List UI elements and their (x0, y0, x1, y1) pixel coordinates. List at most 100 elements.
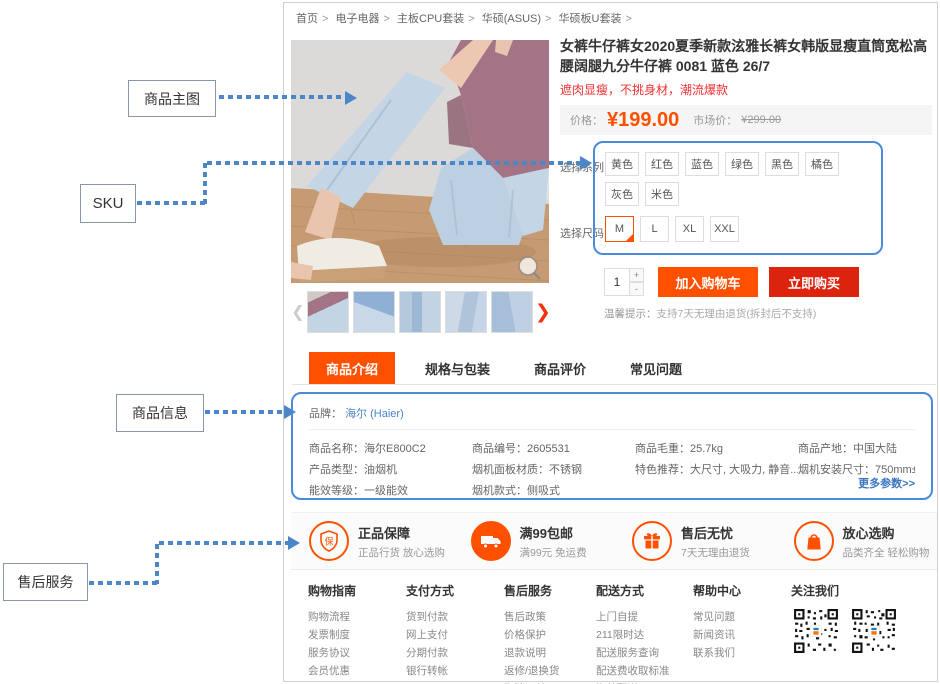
footer-link[interactable]: 联系我们 (693, 644, 791, 662)
footer-link[interactable]: 服务协议 (308, 644, 406, 662)
breadcrumb-item: 华硕(ASUS)> (482, 13, 556, 25)
quantity-value[interactable]: 1 (604, 268, 630, 296)
service-item: 满99包邮 满99元 免运费 (453, 513, 615, 569)
prev-thumbnails-chevron-icon[interactable]: ❮ (291, 302, 305, 322)
footer-link[interactable]: 分期付款 (406, 644, 504, 662)
breadcrumb-separator: > (322, 13, 328, 25)
footer-link[interactable]: 常见问题 (693, 608, 791, 626)
series-option[interactable]: 黑色 (765, 152, 799, 176)
footer: 购物指南 购物流程发票制度服务协议会员优惠 支付方式 货到付款网上支付分期付款银… (291, 582, 937, 680)
footer-link[interactable]: 售后政策 (504, 608, 596, 626)
arrowhead-icon (284, 405, 296, 419)
breadcrumb-link[interactable]: 华硕(ASUS) (482, 13, 541, 25)
product-info-field: 特色推荐：大尺寸, 大吸力, 静音... (635, 460, 798, 481)
shield-icon: 保 (309, 521, 349, 561)
price-bar: 价格： ¥199.00 市场价： ¥299.00 (560, 105, 932, 135)
quantity-decrease-button[interactable]: - (630, 282, 644, 296)
add-to-cart-button[interactable]: 加入购物车 (658, 267, 758, 297)
quantity-increase-button[interactable]: + (630, 268, 644, 282)
next-thumbnails-chevron-icon[interactable]: ❯ (535, 301, 549, 324)
brand-link[interactable]: 海尔 (Haier) (345, 408, 404, 420)
footer-link[interactable]: 返修/退换货 (504, 662, 596, 680)
arrowhead-icon (288, 536, 300, 550)
arrow-line (159, 541, 289, 545)
footer-links: 常见问题新闻资讯联系我们 (693, 608, 791, 662)
thumbnail-image[interactable] (399, 291, 441, 333)
footer-link[interactable]: 配送费收取标准 (596, 662, 693, 680)
footer-link[interactable]: 上门自提 (596, 608, 693, 626)
footer-column: 帮助中心 常见问题新闻资讯联系我们 (693, 582, 791, 684)
callout-sku: SKU (80, 184, 136, 223)
product-title: 女裤牛仔裤女2020夏季新款泫雅长裤女韩版显瘦直筒宽松高腰阔腿九分牛仔裤 008… (560, 36, 932, 76)
buy-now-button[interactable]: 立即购买 (769, 267, 859, 297)
field-label: 特色推荐： (635, 464, 690, 476)
service-desc: 7天无理由退货 (681, 545, 750, 560)
thumbnail-image[interactable] (353, 291, 395, 333)
field-value: 海尔E800C2 (364, 443, 426, 455)
thumbnail-image[interactable] (491, 291, 533, 333)
breadcrumb-link[interactable]: 电子电器 (336, 13, 380, 25)
series-option[interactable]: 黄色 (605, 152, 639, 176)
series-option[interactable]: 绿色 (725, 152, 759, 176)
arrowhead-icon (580, 156, 592, 170)
breadcrumb-item: 首页 > (296, 13, 332, 25)
price-value: ¥199.00 (607, 109, 679, 132)
detail-tab[interactable]: 商品介绍 (309, 352, 395, 384)
size-option[interactable]: XL (675, 216, 704, 242)
footer-link[interactable]: 会员优惠 (308, 662, 406, 680)
field-value: 一级能效 (364, 485, 408, 497)
footer-link[interactable]: 银行转帐 (406, 662, 504, 680)
series-option[interactable]: 蓝色 (685, 152, 719, 176)
footer-link[interactable]: 取消订单 (504, 680, 596, 684)
size-option[interactable]: M (605, 216, 634, 242)
field-value: 中国大陆 (853, 443, 897, 455)
series-option[interactable]: 红色 (645, 152, 679, 176)
arrow-line (137, 201, 207, 205)
footer-link[interactable]: 价格保护 (504, 626, 596, 644)
footer-links: 售后政策价格保护退款说明返修/退换货取消订单 (504, 608, 596, 684)
footer-link[interactable]: 货到付款 (406, 608, 504, 626)
footer-column: 购物指南 购物流程发票制度服务协议会员优惠 (308, 582, 406, 684)
arrow-line (219, 95, 346, 99)
detail-tab[interactable]: 常见问题 (616, 352, 696, 384)
price-label: 价格： (570, 112, 603, 128)
more-params-link[interactable]: 更多参数>> (858, 475, 915, 491)
callout-after-sales: 售后服务 (3, 563, 88, 601)
detail-tab[interactable]: 商品评价 (520, 352, 600, 384)
size-option[interactable]: XXL (710, 216, 739, 242)
service-item: 放心选购 品类齐全 轻松购物 (776, 513, 938, 569)
product-info-field: 商品产地：中国大陆 (798, 439, 915, 460)
footer-link[interactable]: 配送服务查询 (596, 644, 693, 662)
footer-link[interactable]: 新闻资讯 (693, 626, 791, 644)
market-price-label: 市场价： (693, 112, 737, 128)
footer-links: 货到付款网上支付分期付款银行转帐 (406, 608, 504, 680)
footer-link[interactable]: 海外配送 (596, 680, 693, 684)
series-option[interactable]: 米色 (645, 182, 679, 206)
footer-link[interactable]: 购物流程 (308, 608, 406, 626)
thumbnail-strip: ❮ ❯ (291, 288, 549, 336)
breadcrumb-item: 主板CPU套装> (397, 13, 479, 25)
breadcrumb-link[interactable]: 主板CPU套装 (397, 13, 464, 25)
size-option[interactable]: L (640, 216, 669, 242)
truck-icon (471, 521, 511, 561)
field-label: 产品类型： (309, 464, 364, 476)
brand-row: 品牌： 海尔 (Haier) (309, 402, 915, 430)
series-option[interactable]: 橘色 (805, 152, 839, 176)
detail-tab[interactable]: 规格与包装 (411, 352, 504, 384)
breadcrumb-item: 电子电器> (336, 13, 394, 25)
breadcrumb-link[interactable]: 华硕板U套装 (559, 13, 622, 25)
thumbnail-image[interactable] (445, 291, 487, 333)
footer-link[interactable]: 退款说明 (504, 644, 596, 662)
product-info-field: 商品名称：海尔E800C2 (309, 439, 472, 460)
footer-column-title: 支付方式 (406, 582, 504, 599)
thumbnail-image[interactable] (307, 291, 349, 333)
field-value: 油烟机 (364, 464, 397, 476)
footer-link[interactable]: 211限时达 (596, 626, 693, 644)
market-price-value: ¥299.00 (741, 114, 781, 126)
product-info-grid: 商品名称：海尔E800C2 商品编号：2605531 商品毛重：25.7kg 商… (309, 439, 915, 502)
breadcrumb-link[interactable]: 首页 (296, 13, 318, 25)
footer-link[interactable]: 网上支付 (406, 626, 504, 644)
footer-link[interactable]: 发票制度 (308, 626, 406, 644)
footer-columns: 购物指南 购物流程发票制度服务协议会员优惠 支付方式 货到付款网上支付分期付款银… (291, 582, 937, 684)
series-option[interactable]: 灰色 (605, 182, 639, 206)
